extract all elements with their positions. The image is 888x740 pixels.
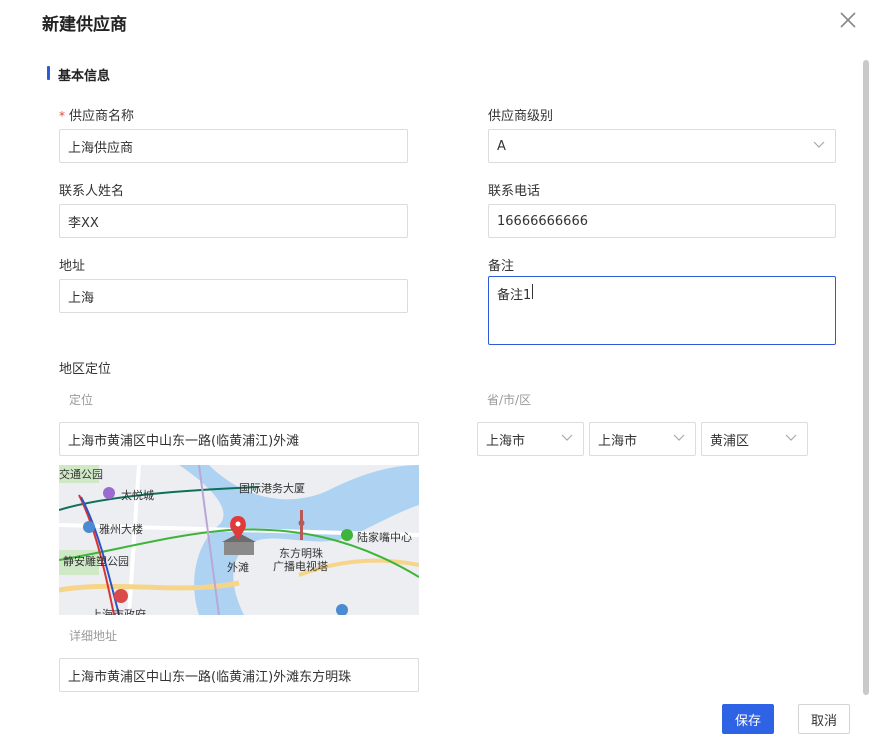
section-title: 基本信息 <box>58 69 111 84</box>
map-label: 太悦城 <box>121 489 154 502</box>
pcd-label: 省/市/区 <box>487 393 532 407</box>
map-label: 广播电视塔 <box>273 560 328 573</box>
detail-address-input[interactable]: 上海市黄浦区中山东一路(临黄浦江)外滩东方明珠 <box>59 658 419 692</box>
region-label: 地区定位 <box>59 362 112 377</box>
supplier-level-select[interactable]: A <box>488 129 836 163</box>
map-label: 外滩 <box>227 561 249 574</box>
supplier-name-input[interactable]: 上海供应商 <box>59 129 408 163</box>
cancel-button[interactable]: 取消 <box>798 704 850 734</box>
save-button[interactable]: 保存 <box>722 704 774 734</box>
location-search-input[interactable]: 上海市黄浦区中山东一路(临黄浦江)外滩 <box>59 422 419 456</box>
address-input[interactable]: 上海 <box>59 279 408 313</box>
supplier-level-label: 供应商级别 <box>488 109 554 124</box>
required-mark: * <box>59 109 65 123</box>
supplier-name-label: * 供应商名称 <box>59 109 135 124</box>
text-cursor <box>532 284 534 299</box>
province-select[interactable]: 上海市 <box>477 422 584 456</box>
chevron-down-icon <box>561 434 573 441</box>
remark-label: 备注 <box>488 259 515 274</box>
contact-name-label: 联系人姓名 <box>59 184 125 199</box>
contact-phone-input[interactable]: 16666666666 <box>488 204 836 238</box>
map-label: 雅州大楼 <box>99 523 143 536</box>
map-label: 交通公园 <box>59 468 103 481</box>
location-map[interactable]: 交通公园 太悦城 国际港务大厦 雅州大楼 陆家嘴中心 静安雕塑公园 东方明珠 广… <box>59 465 419 615</box>
detail-address-label: 详细地址 <box>69 629 118 643</box>
map-label: 国际港务大厦 <box>239 482 305 495</box>
location-label: 定位 <box>69 393 94 407</box>
contact-name-input[interactable]: 李XX <box>59 204 408 238</box>
contact-phone-label: 联系电话 <box>488 184 541 199</box>
chevron-down-icon <box>673 434 685 441</box>
map-label: 陆家嘴中心 <box>357 531 412 544</box>
map-label: 上海市政府 <box>91 608 146 615</box>
map-label: 静安雕塑公园 <box>63 555 129 568</box>
city-select[interactable]: 上海市 <box>589 422 696 456</box>
chevron-down-icon <box>813 141 825 148</box>
close-icon[interactable] <box>838 10 858 30</box>
remark-textarea[interactable]: 备注1 <box>488 276 836 345</box>
chevron-down-icon <box>785 434 797 441</box>
district-select[interactable]: 黄浦区 <box>701 422 808 456</box>
vertical-scrollbar[interactable] <box>863 60 869 695</box>
section-accent-bar <box>47 66 50 80</box>
new-supplier-dialog: 新建供应商 基本信息 * 供应商名称 上海供应商 供应商级别 A 联系人姓名 李X… <box>0 0 888 740</box>
dialog-title: 新建供应商 <box>42 15 127 35</box>
address-label: 地址 <box>59 259 86 274</box>
